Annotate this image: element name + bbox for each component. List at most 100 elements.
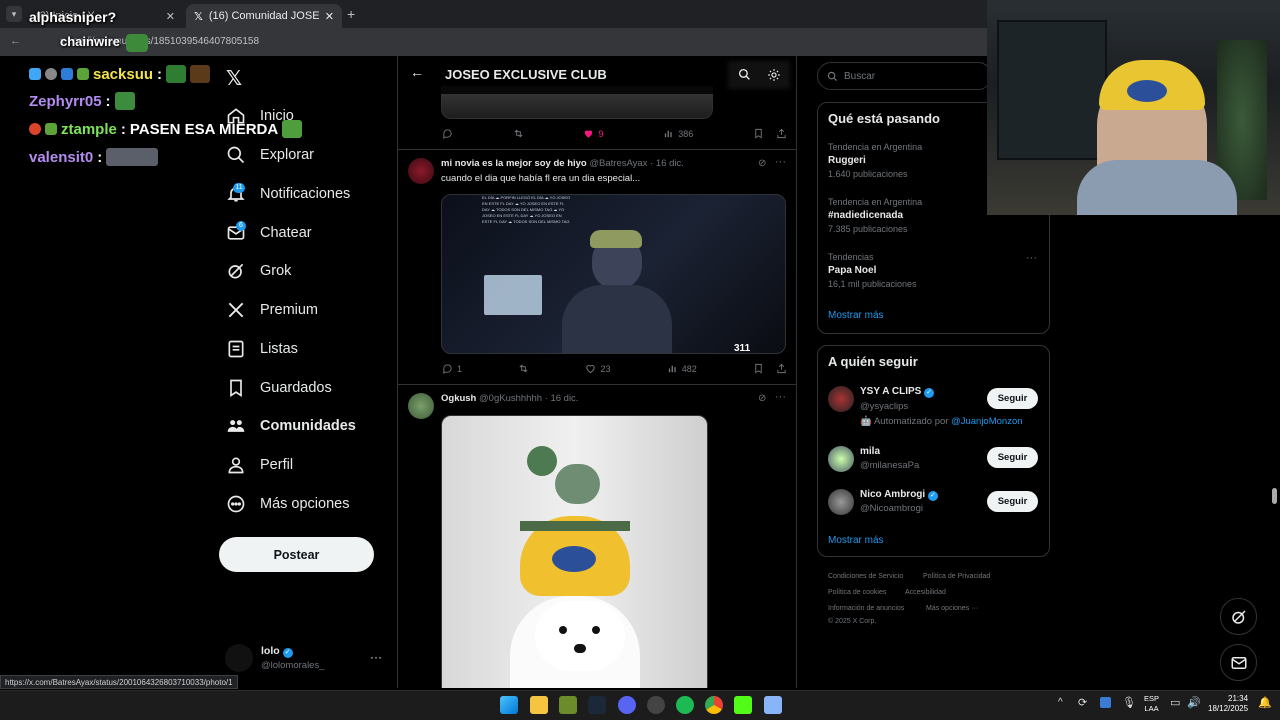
reply-button[interactable] — [442, 128, 453, 139]
clock[interactable]: 21:34 18/12/2025 — [1208, 694, 1248, 714]
badge-icon — [61, 68, 73, 80]
footer-link[interactable]: Política de Privacidad — [923, 573, 990, 580]
follow-name[interactable]: mila — [860, 446, 880, 457]
avatar[interactable] — [828, 446, 854, 472]
chrome-icon[interactable] — [705, 696, 723, 714]
share-icon[interactable] — [776, 363, 787, 374]
discord-icon[interactable] — [618, 696, 636, 714]
microphone-icon[interactable]: 🎙 — [1122, 696, 1136, 709]
follow-name[interactable]: YSY A CLIPS ✓ — [860, 386, 935, 398]
account-more-icon[interactable]: ··· — [370, 650, 382, 664]
author-name[interactable]: Ogkush — [441, 393, 476, 404]
tray-chevron-icon[interactable]: ^ — [1058, 697, 1063, 708]
x-logo-icon[interactable]: 𝕏 — [226, 66, 242, 91]
close-tab-icon[interactable]: ✕ — [325, 10, 334, 23]
nav-listas[interactable]: Listas — [226, 334, 298, 364]
footer-link[interactable]: Condiciones de Servicio — [828, 573, 903, 580]
post-date[interactable]: · 16 dic. — [545, 393, 579, 404]
search-field[interactable]: Buscar — [817, 62, 992, 90]
post-image[interactable] — [441, 415, 708, 688]
nav-comunidades[interactable]: Comunidades — [226, 411, 356, 441]
follow-button[interactable]: Seguir — [987, 491, 1038, 512]
like-button[interactable]: 23 — [585, 363, 611, 374]
bookmark-icon[interactable] — [753, 363, 764, 374]
footer-link[interactable]: Política de cookies — [828, 589, 886, 596]
nav-premium[interactable]: Premium — [226, 295, 318, 325]
author-handle[interactable]: @BatresAyax — [589, 158, 647, 169]
tray-sync-icon[interactable]: ⟳ — [1078, 696, 1087, 709]
avatar[interactable] — [408, 393, 434, 419]
post-date[interactable]: · 16 dic. — [650, 158, 684, 169]
author-handle[interactable]: @0gKushhhhh — [479, 393, 542, 404]
close-tab-icon[interactable]: ✕ — [166, 10, 175, 23]
messages-floating-button[interactable] — [1220, 644, 1257, 681]
browser-tab-community[interactable]: 𝕏 (16) Comunidad JOSEO EXCLUS ✕ — [186, 4, 342, 28]
avatar[interactable] — [225, 644, 253, 672]
trend-item[interactable]: Tendencias Papa Noel 16,1 mil publicacio… — [828, 252, 1038, 289]
tab-list-chevron-icon[interactable]: ▾ — [6, 6, 22, 22]
community-timeline[interactable]: 9 386 mi novia es la mejor soy de hiyo @… — [397, 56, 797, 688]
app-icon[interactable] — [559, 696, 577, 714]
nav-notificaciones[interactable]: Notificaciones — [226, 179, 350, 209]
follow-button[interactable]: Seguir — [987, 388, 1038, 409]
follow-name[interactable]: Nico Ambrogi ✓ — [860, 489, 938, 501]
trend-more-icon[interactable]: ··· — [1026, 252, 1037, 264]
footer-link[interactable]: Accesibilidad — [905, 589, 946, 596]
avatar[interactable] — [828, 489, 854, 515]
trends-show-more[interactable]: Mostrar más — [828, 310, 884, 321]
back-arrow-icon[interactable]: ← — [410, 64, 424, 80]
steam-icon[interactable] — [588, 696, 606, 714]
nav-inicio[interactable]: Inicio — [226, 101, 294, 131]
automated-by-link[interactable]: @JuanjoMonzon — [951, 416, 1022, 427]
new-tab-icon[interactable]: + — [347, 6, 355, 22]
like-button[interactable]: 9 — [583, 128, 603, 139]
footer-link[interactable]: Información de anuncios — [828, 605, 904, 612]
spotify-icon[interactable] — [676, 696, 694, 714]
network-icon[interactable]: ▭ — [1170, 696, 1180, 709]
footer-link[interactable]: Más opciones ··· — [926, 605, 978, 612]
post-more-icon[interactable]: ··· — [775, 391, 786, 403]
follow-button[interactable]: Seguir — [987, 447, 1038, 468]
bookmark-icon[interactable] — [753, 128, 764, 139]
post1-actions: 9 386 — [442, 128, 787, 139]
notification-bell-icon[interactable]: 🔔 — [1258, 696, 1272, 709]
account-name[interactable]: lolo ✓ — [261, 645, 293, 658]
nav-mas-opciones[interactable]: Más opciones — [226, 489, 349, 519]
kick-icon[interactable] — [734, 696, 752, 714]
obs-icon[interactable] — [647, 696, 665, 714]
notepad-icon[interactable] — [764, 696, 782, 714]
grok-explain-icon[interactable]: ⊘ — [758, 393, 766, 404]
share-icon[interactable] — [776, 128, 787, 139]
follow-show-more[interactable]: Mostrar más — [828, 535, 884, 546]
post-button[interactable]: Postear — [219, 537, 374, 572]
views-counter[interactable]: 482 — [667, 363, 697, 374]
volume-icon[interactable]: 🔊 — [1187, 696, 1201, 709]
post-more-icon[interactable]: ··· — [775, 156, 786, 168]
repost-button[interactable] — [513, 128, 524, 139]
nav-guardados[interactable]: Guardados — [226, 373, 332, 403]
search-icon[interactable] — [738, 68, 751, 81]
status-bar-url: https://x.com/BatresAyax/status/20010643… — [0, 675, 238, 689]
nav-perfil[interactable]: Perfil — [226, 450, 293, 480]
tray-app-icon[interactable] — [1100, 697, 1111, 708]
language-indicator[interactable]: ESP LAA — [1144, 694, 1159, 714]
heart-icon — [586, 364, 596, 374]
scrollbar-thumb[interactable] — [1272, 488, 1277, 504]
trend-count: 7.385 publicaciones — [828, 224, 908, 234]
repost-button[interactable] — [518, 363, 529, 374]
views-counter[interactable]: 386 — [663, 128, 693, 139]
avatar[interactable] — [408, 158, 434, 184]
grok-explain-icon[interactable]: ⊘ — [758, 158, 766, 169]
avatar[interactable] — [828, 386, 854, 412]
grok-floating-button[interactable] — [1220, 598, 1257, 635]
file-explorer-icon[interactable] — [530, 696, 548, 714]
beanie — [590, 230, 642, 248]
nav-explorar[interactable]: Explorar — [226, 140, 314, 170]
reply-button[interactable]: 1 — [442, 363, 462, 374]
post-video[interactable]: EL DÍA ☁ PORFIN LLEGÓ EL DÍA ☁ YO JOSEO … — [441, 194, 786, 354]
nav-grok[interactable]: Grok — [226, 256, 291, 286]
author-name[interactable]: mi novia es la mejor soy de hiyo — [441, 158, 587, 169]
back-arrow-icon[interactable]: ← — [10, 35, 21, 47]
gear-icon[interactable] — [767, 68, 781, 82]
windows-start-icon[interactable] — [500, 696, 518, 714]
